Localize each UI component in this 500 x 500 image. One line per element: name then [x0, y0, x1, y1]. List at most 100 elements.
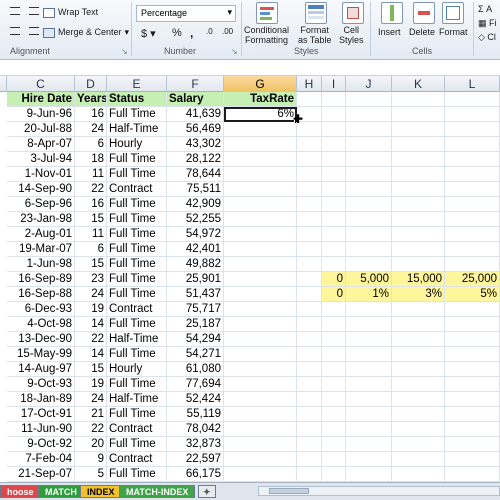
- cell-empty[interactable]: [322, 212, 346, 227]
- cell-status[interactable]: Hourly: [107, 137, 167, 152]
- cell-salary[interactable]: 41,639: [167, 107, 224, 122]
- cell-empty[interactable]: [297, 197, 322, 212]
- lookup-threshold[interactable]: 0: [322, 272, 346, 287]
- cell-empty[interactable]: [297, 467, 322, 482]
- cell-empty[interactable]: [224, 407, 297, 422]
- cell-status[interactable]: Full Time: [107, 437, 167, 452]
- cell-years[interactable]: 24: [75, 122, 107, 137]
- cell-salary[interactable]: 56,469: [167, 122, 224, 137]
- cell-empty[interactable]: [346, 92, 392, 107]
- cell-empty[interactable]: [392, 167, 445, 182]
- cell-empty[interactable]: [297, 347, 322, 362]
- cell-empty[interactable]: [224, 227, 297, 242]
- cell-status[interactable]: Full Time: [107, 467, 167, 482]
- cell-empty[interactable]: [392, 137, 445, 152]
- cell-empty[interactable]: [224, 167, 297, 182]
- cell-status[interactable]: Full Time: [107, 152, 167, 167]
- cell-empty[interactable]: [322, 122, 346, 137]
- cell-years[interactable]: 6: [75, 137, 107, 152]
- column-header-e[interactable]: E: [107, 76, 167, 92]
- lookup-rate[interactable]: 3%: [392, 287, 445, 302]
- currency-button[interactable]: $ ▾: [141, 27, 156, 40]
- column-header-d[interactable]: D: [75, 76, 107, 92]
- cell-status[interactable]: Full Time: [107, 107, 167, 122]
- increase-decimal-button[interactable]: .0: [206, 27, 213, 36]
- cell-status[interactable]: Full Time: [107, 242, 167, 257]
- cell-salary[interactable]: 55,119: [167, 407, 224, 422]
- cell-empty[interactable]: [392, 422, 445, 437]
- cell-empty[interactable]: [322, 167, 346, 182]
- format-as-table-button[interactable]: Format as Table: [298, 25, 331, 45]
- cell-empty[interactable]: [346, 227, 392, 242]
- fill-button[interactable]: ▦ Fi: [478, 18, 497, 29]
- cell-empty[interactable]: [346, 317, 392, 332]
- cell-salary[interactable]: 42,401: [167, 242, 224, 257]
- cell-empty[interactable]: [322, 362, 346, 377]
- cell-status[interactable]: Full Time: [107, 212, 167, 227]
- cell-empty[interactable]: [224, 212, 297, 227]
- cell-empty[interactable]: [224, 302, 297, 317]
- cell-empty[interactable]: [322, 107, 346, 122]
- cell-styles-button[interactable]: Cell Styles: [339, 25, 364, 45]
- cell-empty[interactable]: [297, 377, 322, 392]
- lookup-rate[interactable]: 5%: [445, 287, 500, 302]
- cell-years[interactable]: 5: [75, 467, 107, 482]
- cell-hire-date[interactable]: 3-Jul-94: [7, 152, 75, 167]
- cell-empty[interactable]: [322, 377, 346, 392]
- column-header-k[interactable]: K: [392, 76, 445, 92]
- cell-empty[interactable]: [392, 152, 445, 167]
- cell-empty[interactable]: [346, 257, 392, 272]
- cell-empty[interactable]: [224, 377, 297, 392]
- cell-salary[interactable]: 75,717: [167, 302, 224, 317]
- cell-empty[interactable]: [297, 407, 322, 422]
- cell-empty[interactable]: [445, 437, 500, 452]
- cell-empty[interactable]: [297, 302, 322, 317]
- worksheet-grid[interactable]: Hire Date Years Status Salary TaxRate 9-Jun-9…: [0, 92, 500, 482]
- cell-salary[interactable]: 42,909: [167, 197, 224, 212]
- cell-status[interactable]: Half-Time: [107, 122, 167, 137]
- cell-empty[interactable]: [297, 362, 322, 377]
- cell-empty[interactable]: [346, 122, 392, 137]
- cell-empty[interactable]: [297, 392, 322, 407]
- cell-empty[interactable]: [224, 332, 297, 347]
- merge-center-button[interactable]: Merge & Center ▾: [43, 27, 129, 38]
- cell-empty[interactable]: [392, 182, 445, 197]
- cell-empty[interactable]: [445, 167, 500, 182]
- cell-salary[interactable]: 54,271: [167, 347, 224, 362]
- cell-empty[interactable]: [392, 302, 445, 317]
- cell-empty[interactable]: [392, 197, 445, 212]
- cell-empty[interactable]: [445, 377, 500, 392]
- cell-empty[interactable]: [445, 92, 500, 107]
- cell-empty[interactable]: [445, 317, 500, 332]
- cell-status[interactable]: Full Time: [107, 287, 167, 302]
- cell-hire-date[interactable]: 23-Jan-98: [7, 212, 75, 227]
- sheet-tab-match-index[interactable]: MATCH-INDEX: [119, 485, 196, 498]
- cell-years[interactable]: 18: [75, 152, 107, 167]
- cell-empty[interactable]: [297, 437, 322, 452]
- row-header-corner[interactable]: [0, 76, 7, 92]
- cell-empty[interactable]: [445, 332, 500, 347]
- cell-empty[interactable]: [322, 152, 346, 167]
- cell-status[interactable]: Full Time: [107, 347, 167, 362]
- cell-empty[interactable]: [297, 287, 322, 302]
- cell-empty[interactable]: [392, 362, 445, 377]
- cell-empty[interactable]: [445, 122, 500, 137]
- new-sheet-icon[interactable]: ✦: [198, 485, 216, 498]
- cell-empty[interactable]: [224, 362, 297, 377]
- cell-empty[interactable]: [297, 182, 322, 197]
- cell-empty[interactable]: [392, 122, 445, 137]
- cell-salary[interactable]: 32,873: [167, 437, 224, 452]
- cell-empty[interactable]: [224, 467, 297, 482]
- cell-status[interactable]: Full Time: [107, 317, 167, 332]
- cell-empty[interactable]: [392, 227, 445, 242]
- cell-hire-date[interactable]: 7-Feb-04: [7, 452, 75, 467]
- cell-hire-date[interactable]: 6-Dec-93: [7, 302, 75, 317]
- cell-empty[interactable]: [346, 467, 392, 482]
- cell-empty[interactable]: [322, 137, 346, 152]
- cell-hire-date[interactable]: 15-May-99: [7, 347, 75, 362]
- cell-empty[interactable]: [322, 452, 346, 467]
- cell-status[interactable]: Contract: [107, 182, 167, 197]
- cell-empty[interactable]: [445, 362, 500, 377]
- cell-empty[interactable]: [445, 152, 500, 167]
- cell-salary[interactable]: 75,511: [167, 182, 224, 197]
